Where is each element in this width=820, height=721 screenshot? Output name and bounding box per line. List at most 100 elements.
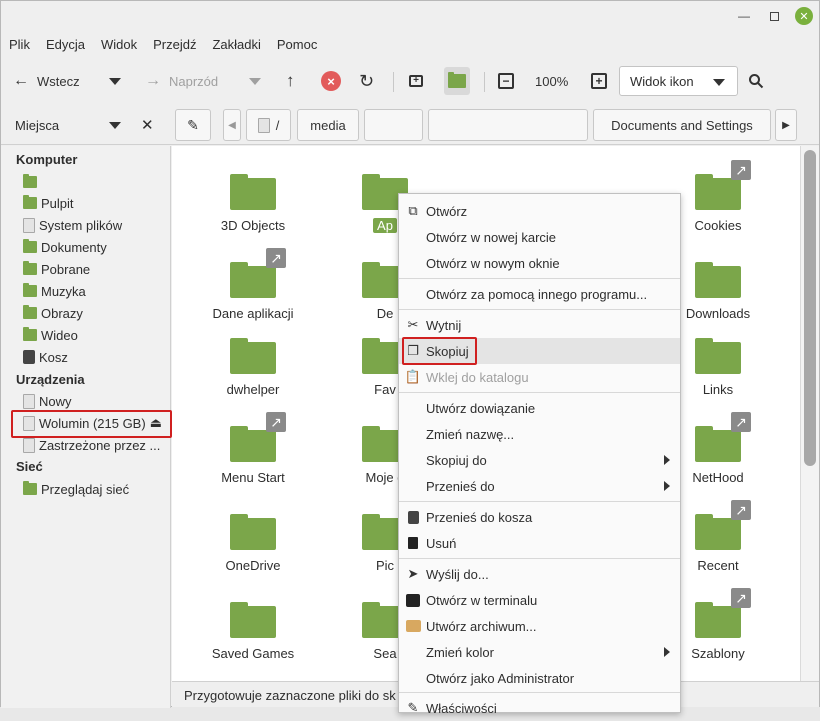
path-media-label: media xyxy=(310,117,346,133)
menu-item-change-color[interactable]: Zmień kolor xyxy=(399,639,680,665)
shortcut-arrow-icon: ↗ xyxy=(731,160,751,180)
scrollbar-thumb[interactable] xyxy=(804,150,816,466)
folder-icon: ↗ xyxy=(695,500,751,550)
folder-icon xyxy=(230,514,276,550)
path-segment-hidden-2[interactable] xyxy=(428,109,588,141)
submenu-arrow-icon xyxy=(664,647,670,657)
path-segment-hidden-1[interactable] xyxy=(364,109,423,141)
folder-icon: ↗ xyxy=(695,160,751,210)
menu-bar: Plik Edycja Widok Przejdź Zakładki Pomoc xyxy=(1,33,325,57)
menu-item-paste-into-folder[interactable]: 📋 Wklej do katalogu xyxy=(399,364,680,390)
menu-separator xyxy=(399,501,680,502)
music-folder-icon xyxy=(23,283,37,297)
menu-item-delete[interactable]: Usuń xyxy=(399,530,680,556)
sidebar-item-desktop[interactable]: Pulpit xyxy=(23,193,74,213)
path-segment-root[interactable]: / xyxy=(246,109,291,141)
forward-label: Naprzód xyxy=(169,73,219,89)
menu-file[interactable]: Plik xyxy=(1,33,38,57)
folder-label: OneDrive xyxy=(225,558,281,573)
new-folder-button[interactable]: + xyxy=(409,63,423,99)
sidebar: Komputer Pulpit System plików Dokumenty … xyxy=(1,146,172,708)
menu-item-rename[interactable]: Zmień nazwę... xyxy=(399,421,680,447)
menu-edit[interactable]: Edycja xyxy=(38,33,93,57)
path-scroll-right[interactable]: ▶ xyxy=(775,109,797,141)
sidebar-item-home[interactable] xyxy=(23,172,41,192)
sidebar-item-reserved[interactable]: Zastrzeżone przez ... xyxy=(23,435,160,455)
menu-item-label: Właściwości xyxy=(426,700,497,716)
edit-path-button[interactable]: ✎ xyxy=(175,109,211,141)
cut-icon: ✂ xyxy=(407,317,419,332)
menu-item-open-terminal[interactable]: Otwórz w terminalu xyxy=(399,587,680,613)
menu-item-open-new-tab[interactable]: Otwórz w nowej karcie xyxy=(399,224,680,250)
sidebar-item-documents[interactable]: Dokumenty xyxy=(23,237,107,257)
menu-item-open-new-window[interactable]: Otwórz w nowym oknie xyxy=(399,250,680,276)
path-scroll-left[interactable]: ◀ xyxy=(223,109,241,141)
search-button[interactable] xyxy=(748,63,764,99)
stop-button[interactable]: × xyxy=(321,63,341,99)
sidebar-item-browse-network[interactable]: Przeglądaj sieć xyxy=(23,479,129,499)
properties-icon: ✎ xyxy=(407,700,419,715)
maximize-button[interactable] xyxy=(765,7,783,25)
search-icon xyxy=(749,74,764,89)
menu-help[interactable]: Pomoc xyxy=(269,33,325,57)
folder-item[interactable]: dwhelper xyxy=(198,338,308,397)
folder-item[interactable]: ↗ Dane aplikacji xyxy=(198,248,308,321)
reload-button[interactable]: ↻ xyxy=(359,63,374,99)
zoom-out-button[interactable]: − xyxy=(498,63,514,99)
menu-item-label: Otwórz za pomocą innego programu... xyxy=(426,286,648,302)
minimize-button[interactable]: — xyxy=(735,7,753,25)
menu-go[interactable]: Przejdź xyxy=(145,33,204,57)
menu-bookmarks[interactable]: Zakładki xyxy=(204,33,268,57)
folder-icon: ↗ xyxy=(695,588,751,638)
sidebar-item-downloads[interactable]: Pobrane xyxy=(23,259,90,279)
menu-item-open[interactable]: ⧉ Otwórz xyxy=(399,198,680,224)
path-current-label: Documents and Settings xyxy=(611,117,753,133)
sidebar-item-pictures[interactable]: Obrazy xyxy=(23,303,83,323)
sidebar-item-videos[interactable]: Wideo xyxy=(23,325,78,345)
path-segment-media[interactable]: media xyxy=(297,109,359,141)
menu-item-move-to[interactable]: Przenieś do xyxy=(399,473,680,499)
path-root-label: / xyxy=(275,117,280,133)
sidebar-close-icon[interactable]: ✕ xyxy=(141,116,154,134)
sidebar-mode-dropdown[interactable] xyxy=(109,122,121,129)
close-button[interactable]: ✕ xyxy=(795,7,813,25)
home-button[interactable] xyxy=(444,67,470,95)
menu-item-send-to[interactable]: ➤ Wyślij do... xyxy=(399,561,680,587)
menu-item-open-as-admin[interactable]: Otwórz jako Administrator xyxy=(399,665,680,691)
menu-view[interactable]: Widok xyxy=(93,33,145,57)
view-mode-select[interactable]: Widok ikon xyxy=(619,66,738,96)
menu-item-open-with[interactable]: Otwórz za pomocą innego programu... xyxy=(399,281,680,307)
folder-item[interactable]: Saved Games xyxy=(198,602,308,661)
chevron-right-icon: ▶ xyxy=(782,119,790,131)
sidebar-item-label: Dokumenty xyxy=(41,239,107,255)
menu-item-make-link[interactable]: Utwórz dowiązanie xyxy=(399,395,680,421)
sidebar-item-trash[interactable]: Kosz xyxy=(23,347,68,367)
up-button[interactable]: ↑ xyxy=(286,63,295,99)
folder-item[interactable]: 3D Objects xyxy=(198,174,308,233)
forward-history-dropdown[interactable] xyxy=(249,63,261,99)
vertical-scrollbar[interactable] xyxy=(800,146,819,681)
menu-item-label: Wyślij do... xyxy=(426,566,489,582)
forward-button[interactable]: → Naprzód xyxy=(145,63,218,99)
sidebar-item-new-volume[interactable]: Nowy xyxy=(23,391,72,411)
new-folder-icon: + xyxy=(409,75,423,87)
menu-item-move-to-trash[interactable]: Przenieś do kosza xyxy=(399,504,680,530)
sidebar-item-label: Nowy xyxy=(39,393,72,409)
menu-item-properties[interactable]: ✎ Właściwości xyxy=(399,695,680,721)
zoom-in-button[interactable]: + xyxy=(591,63,607,99)
sidebar-item-filesystem[interactable]: System plików xyxy=(23,215,122,235)
path-segment-current[interactable]: Documents and Settings xyxy=(593,109,771,141)
back-button[interactable]: ← Wstecz xyxy=(13,63,80,99)
back-history-dropdown[interactable] xyxy=(109,63,121,99)
menu-item-cut[interactable]: ✂ Wytnij xyxy=(399,312,680,338)
folder-icon xyxy=(23,261,37,275)
menu-item-copy-to[interactable]: Skopiuj do xyxy=(399,447,680,473)
sidebar-item-music[interactable]: Muzyka xyxy=(23,281,86,301)
chevron-down-icon xyxy=(109,77,121,85)
folder-item[interactable]: OneDrive xyxy=(198,514,308,573)
menu-item-create-archive[interactable]: Utwórz archiwum... xyxy=(399,613,680,639)
folder-label: 3D Objects xyxy=(220,218,286,233)
menu-separator xyxy=(399,558,680,559)
terminal-icon xyxy=(405,592,421,608)
folder-item[interactable]: ↗ Menu Start xyxy=(198,412,308,485)
